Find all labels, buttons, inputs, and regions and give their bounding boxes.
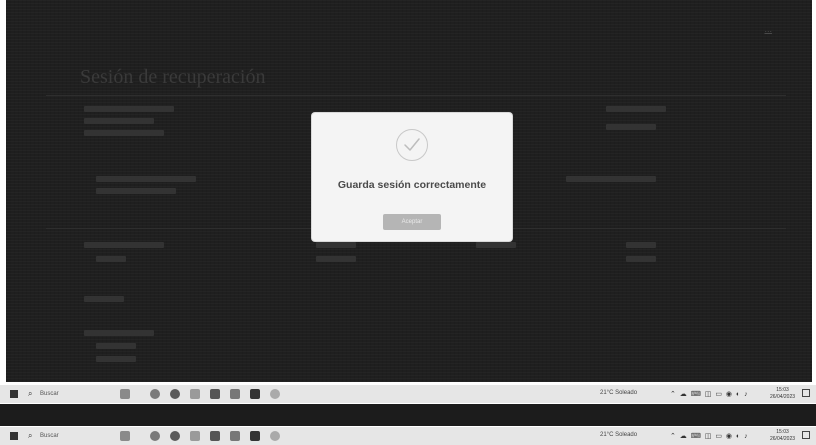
field-row bbox=[96, 176, 196, 182]
field-row bbox=[84, 330, 154, 336]
field-row bbox=[606, 106, 666, 112]
weather-icon[interactable] bbox=[270, 389, 280, 399]
field-row bbox=[566, 176, 656, 182]
field-row bbox=[96, 343, 136, 349]
system-tray[interactable]: ⌃ ☁ ⌨ ◫ ▭ ◉ ◐ ♪ bbox=[670, 432, 749, 440]
check-icon bbox=[396, 129, 428, 161]
taskbar: ⌕ Buscar 21°C Soleado ⌃ ☁ ⌨ ◫ ▭ ◉ ◐ ♪ 15… bbox=[0, 385, 816, 403]
field-row bbox=[96, 356, 136, 362]
chrome-icon[interactable] bbox=[150, 389, 160, 399]
edge-icon[interactable] bbox=[170, 389, 180, 399]
photo-band bbox=[0, 404, 816, 426]
app-icon[interactable] bbox=[250, 389, 260, 399]
clock[interactable]: 15:03 26/04/2023 bbox=[770, 429, 795, 443]
notification-icon[interactable] bbox=[802, 389, 810, 397]
page-heading: Sesión de recuperación bbox=[80, 66, 266, 88]
field-row bbox=[84, 106, 174, 112]
explorer-icon[interactable] bbox=[190, 431, 200, 441]
field-row bbox=[84, 296, 124, 302]
store-icon[interactable] bbox=[210, 431, 220, 441]
taskbar: ⌕ Buscar 21°C Soleado ⌃ ☁ ⌨ ◫ ▭ ◉ ◐ ♪ 15… bbox=[0, 427, 816, 445]
field-row bbox=[316, 256, 356, 262]
date: 26/04/2023 bbox=[770, 436, 796, 442]
notification-icon[interactable] bbox=[802, 431, 810, 439]
weather-widget[interactable]: 21°C Soleado bbox=[600, 432, 637, 438]
windows-start-icon[interactable] bbox=[10, 432, 18, 440]
field-row bbox=[84, 242, 164, 248]
edge-icon[interactable] bbox=[170, 431, 180, 441]
search-icon[interactable]: ⌕ bbox=[28, 431, 32, 441]
field-row bbox=[476, 242, 516, 248]
clock[interactable]: 15:03 26/04/2023 bbox=[770, 387, 795, 401]
dialog-message: Guarda sesión correctamente bbox=[337, 179, 487, 191]
date: 26/04/2023 bbox=[770, 394, 796, 400]
field-row bbox=[96, 188, 176, 194]
field-row bbox=[626, 256, 656, 262]
search-box[interactable]: Buscar bbox=[40, 391, 59, 397]
time: 15:03 bbox=[776, 387, 789, 393]
widgets-icon[interactable] bbox=[120, 431, 130, 441]
accept-button[interactable]: Aceptar bbox=[383, 214, 441, 230]
search-box[interactable]: Buscar bbox=[40, 433, 59, 439]
field-row bbox=[626, 242, 656, 248]
chrome-icon[interactable] bbox=[150, 431, 160, 441]
windows-start-icon[interactable] bbox=[10, 390, 18, 398]
search-icon[interactable]: ⌕ bbox=[28, 389, 32, 399]
explorer-icon[interactable] bbox=[190, 389, 200, 399]
weather-icon[interactable] bbox=[270, 431, 280, 441]
app-icon[interactable] bbox=[250, 431, 260, 441]
field-row bbox=[96, 256, 126, 262]
widgets-icon[interactable] bbox=[120, 389, 130, 399]
screen: ... Sesión de recuperación Guarda sesión… bbox=[6, 0, 812, 382]
field-row bbox=[84, 118, 154, 124]
top-link[interactable]: ... bbox=[764, 24, 772, 34]
field-row bbox=[316, 242, 356, 248]
system-tray[interactable]: ⌃ ☁ ⌨ ◫ ▭ ◉ ◐ ♪ bbox=[670, 390, 749, 398]
weather-widget[interactable]: 21°C Soleado bbox=[600, 390, 637, 396]
field-row bbox=[606, 124, 656, 130]
field-row bbox=[84, 130, 164, 136]
time: 15:03 bbox=[776, 429, 789, 435]
mail-icon[interactable] bbox=[230, 389, 240, 399]
success-dialog: Guarda sesión correctamente Aceptar bbox=[312, 113, 512, 241]
store-icon[interactable] bbox=[210, 389, 220, 399]
divider bbox=[46, 95, 786, 96]
mail-icon[interactable] bbox=[230, 431, 240, 441]
